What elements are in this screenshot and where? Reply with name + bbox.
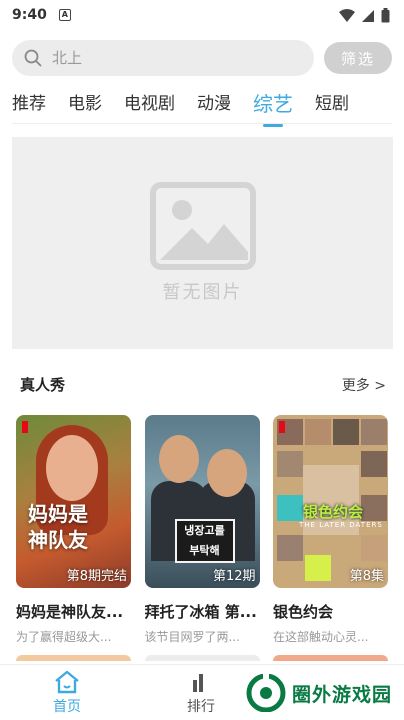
- card-title: 银色约会: [273, 603, 334, 621]
- tab-movies[interactable]: 电影: [68, 88, 102, 123]
- nav-home-label: 首页: [53, 698, 81, 715]
- nav-ranking-label: 排行: [187, 698, 215, 715]
- wifi-icon: [339, 8, 355, 22]
- search-input[interactable]: [52, 49, 272, 67]
- battery-icon: [381, 8, 390, 23]
- episode-badge: 第12期: [212, 569, 256, 584]
- tab-tv-series[interactable]: 电视剧: [124, 88, 175, 123]
- section-title: 真人秀: [20, 376, 66, 394]
- show-card[interactable]: 妈妈是 神队友 第8期完结 妈妈是神队友... 为了赢得超级大...: [16, 415, 131, 645]
- tab-variety[interactable]: 综艺: [253, 88, 293, 127]
- watermark-logo-icon: [246, 674, 286, 712]
- nav-home[interactable]: 首页: [0, 665, 134, 720]
- poster-title: 妈妈是 神队友: [28, 502, 88, 552]
- netflix-logo-icon: [279, 421, 285, 433]
- poster-title: 냉장고를 부탁해: [174, 519, 235, 563]
- netflix-logo-icon: [22, 421, 28, 433]
- show-card[interactable]: 银色约会 THE LATER DATERS 第8集 银色约会 在这部触动心灵..…: [273, 415, 388, 645]
- card-desc: 为了赢得超级大...: [16, 630, 112, 644]
- episode-badge: 第8集: [349, 569, 384, 584]
- more-link[interactable]: 更多 >: [342, 375, 386, 395]
- show-poster[interactable]: 냉장고를 부탁해 第12期: [144, 415, 260, 588]
- image-placeholder-icon: [149, 182, 256, 270]
- next-row-peek: [16, 655, 388, 661]
- search-row: 筛选: [12, 40, 392, 76]
- card-desc: 该节目网罗了两...: [144, 630, 240, 644]
- card-title: 妈妈是神队友...: [16, 603, 124, 621]
- search-icon: [24, 49, 42, 67]
- no-image-label: 暂无图片: [162, 282, 243, 303]
- tab-recommend[interactable]: 推荐: [12, 88, 46, 123]
- ranking-icon: [193, 673, 203, 692]
- card-desc: 在这部触动心灵...: [273, 630, 369, 644]
- show-poster[interactable]: 妈妈是 神队友 第8期完结: [16, 415, 131, 588]
- episode-badge: 第8期完结: [66, 569, 127, 584]
- status-time: 9:40: [12, 7, 47, 23]
- poster-subtitle: THE LATER DATERS: [299, 521, 383, 529]
- category-tabs: 推荐 电影 电视剧 动漫 综艺 短剧: [12, 88, 392, 127]
- card-list: 妈妈是 神队友 第8期完结 妈妈是神队友... 为了赢得超级大... 냉장고를 …: [16, 415, 388, 645]
- site-watermark: 圈外游戏园: [239, 670, 398, 716]
- show-poster[interactable]: 银色约会 THE LATER DATERS 第8集: [273, 415, 388, 588]
- status-icons: [339, 8, 390, 23]
- signal-icon: [362, 9, 374, 22]
- show-card[interactable]: 냉장고를 부탁해 第12期 拜托了冰箱 第... 该节目网罗了两...: [144, 415, 260, 645]
- card-title: 拜托了冰箱 第...: [144, 603, 257, 621]
- search-box[interactable]: [12, 40, 314, 76]
- status-bar: 9:40 A: [0, 0, 404, 30]
- app-notification-icon: A: [58, 9, 71, 21]
- filter-button[interactable]: 筛选: [324, 42, 392, 74]
- section-header: 真人秀 更多 >: [20, 374, 386, 395]
- tab-short-drama[interactable]: 短剧: [315, 88, 349, 123]
- banner[interactable]: 暂无图片: [12, 137, 393, 349]
- watermark-text: 圈外游戏园: [291, 683, 392, 706]
- poster-title: 银色约会: [303, 503, 364, 521]
- home-icon: [55, 670, 79, 693]
- tab-anime[interactable]: 动漫: [197, 88, 231, 123]
